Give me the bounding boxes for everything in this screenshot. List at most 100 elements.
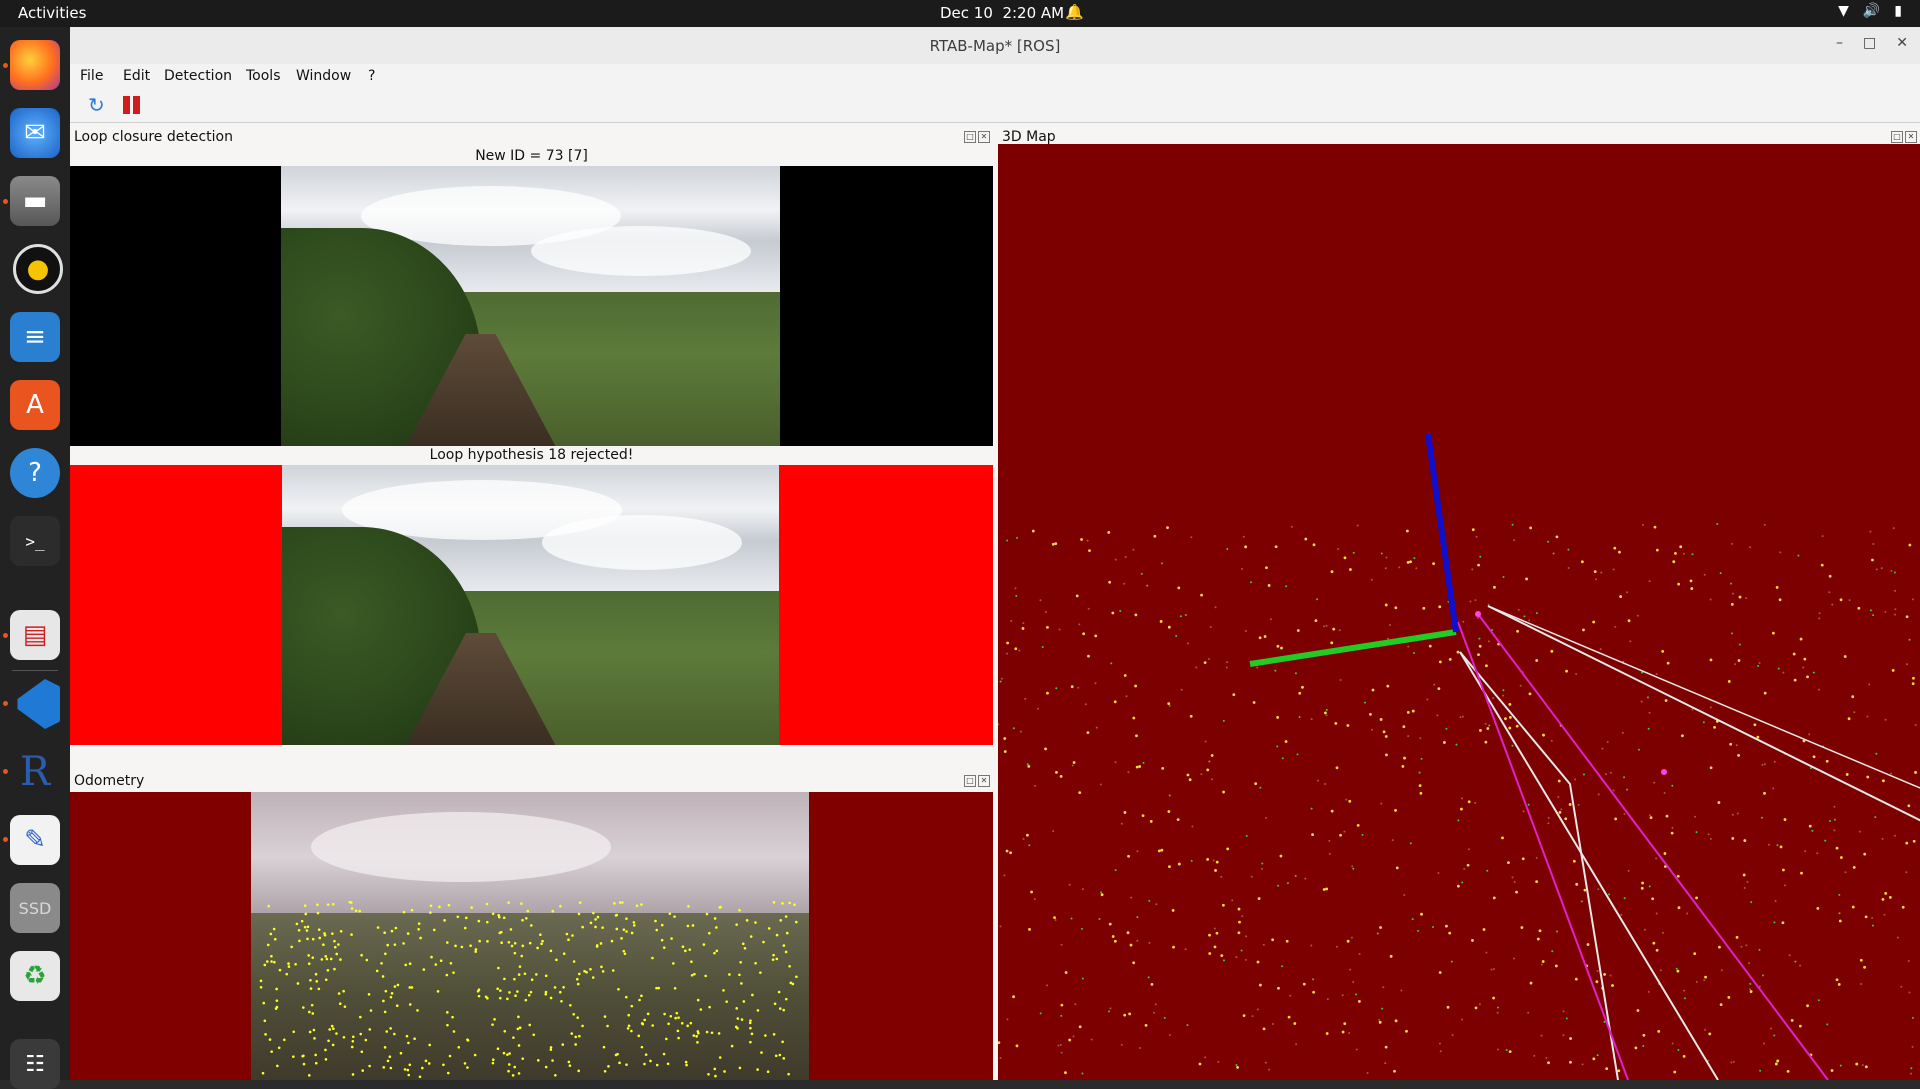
minimize-icon[interactable]: – [1836,35,1843,51]
map-point [1636,1009,1640,1012]
map-point [1240,949,1243,952]
map-point [1859,958,1863,962]
map-point [1074,1003,1077,1006]
float-panel-icon[interactable]: □ [1891,131,1903,143]
map-point [1574,977,1578,981]
map-point [1357,1000,1361,1003]
rhythmbox-icon[interactable]: ● [13,244,63,294]
menu-help[interactable]: ? [368,68,375,84]
close-panel-icon[interactable]: ✕ [1905,131,1917,143]
show-apps-icon[interactable]: ☷ [10,1039,60,1089]
pause-button[interactable] [120,93,144,117]
text-editor-icon[interactable]: ✎ [10,815,60,865]
feature-point [369,1009,373,1012]
map-point [1120,1043,1123,1046]
feature-point [693,972,696,976]
map-point [1683,997,1686,1000]
map-point [1769,1027,1772,1030]
menu-file[interactable]: File [80,68,103,84]
menu-window[interactable]: Window [296,68,351,84]
map-point [1782,868,1785,872]
close-panel-icon[interactable]: ✕ [978,775,990,787]
feature-point [615,913,619,917]
map-point [1784,884,1787,887]
activities-button[interactable]: Activities [18,4,86,22]
vscode-icon[interactable] [17,679,60,729]
feature-point [451,1015,454,1019]
feature-point [381,975,385,978]
feature-point [748,1021,752,1025]
firefox-icon[interactable] [10,40,60,90]
feature-point [361,1069,365,1072]
feature-point [329,957,333,961]
date: Dec 10 [940,4,993,22]
r-icon[interactable]: R [10,747,60,797]
menu-tools[interactable]: Tools [246,68,281,84]
feature-point [576,1016,579,1019]
title-bar[interactable]: RTAB-Map* [ROS] – □ ✕ [70,27,1920,65]
feature-point [309,987,313,990]
terminal-icon[interactable]: >_ [10,516,60,566]
feature-point [685,1063,688,1067]
map-point [1911,682,1915,685]
menu-detection[interactable]: Detection [164,68,232,84]
app-center-icon[interactable]: A [10,380,60,430]
map-point [1310,944,1313,947]
system-tray[interactable]: ▼ 🔊 ▮ [1838,3,1902,19]
close-icon[interactable]: ✕ [1896,35,1908,51]
map-point [1798,1024,1802,1028]
map-point [1439,1050,1442,1053]
close-panel-icon[interactable]: ✕ [978,131,990,143]
maximize-icon[interactable]: □ [1863,35,1876,51]
map-point [1857,606,1861,610]
map-point [1643,928,1646,931]
map-point [1443,741,1446,744]
feature-point [782,1057,786,1060]
thunderbird-icon[interactable]: ✉ [10,108,60,158]
map-point [1504,717,1507,721]
document-viewer-icon[interactable]: ▤ [10,610,60,660]
map-point [1108,922,1112,926]
map-point [1547,822,1550,825]
map-point [1605,1067,1609,1071]
feature-point [623,952,627,956]
feature-point [306,937,309,941]
trash-icon[interactable]: ♻ [10,951,60,1001]
map-point [1210,754,1214,757]
map-point [1276,716,1280,719]
map-point [1564,817,1568,821]
map-point [1271,938,1275,942]
feature-point [516,1027,520,1031]
feature-point [555,958,558,962]
ssd-drive-icon[interactable]: SSD [10,883,60,933]
clock[interactable]: Dec 10 2:20 AM [940,4,1064,22]
refresh-icon[interactable]: ↻ [88,93,112,117]
feature-point [511,1074,515,1077]
feature-point [767,927,771,930]
map-point [1871,924,1874,927]
map-point [1492,996,1496,1000]
menu-edit[interactable]: Edit [123,68,150,84]
map-point [1014,647,1018,651]
feature-point [326,968,330,972]
notification-bell-icon[interactable]: 🔔 [1065,3,1084,21]
writer-icon[interactable]: ≡ [10,312,60,362]
help-icon[interactable]: ? [10,448,60,498]
map-point [1123,811,1127,814]
float-panel-icon[interactable]: □ [964,131,976,143]
float-panel-icon[interactable]: □ [964,775,976,787]
map-point [1599,648,1602,651]
map-point [1171,909,1175,912]
map-point [1168,705,1171,708]
map-point [1125,695,1128,698]
feature-point [265,960,269,963]
map-point [1078,791,1082,795]
feature-point [473,1053,477,1057]
map3d-view[interactable] [998,144,1920,1080]
map-point [1206,768,1210,772]
map-point [1269,618,1272,621]
map-point [1180,688,1183,691]
map-point [1236,1065,1239,1069]
files-icon[interactable]: ▬ [10,176,60,226]
feature-point [311,1012,315,1015]
